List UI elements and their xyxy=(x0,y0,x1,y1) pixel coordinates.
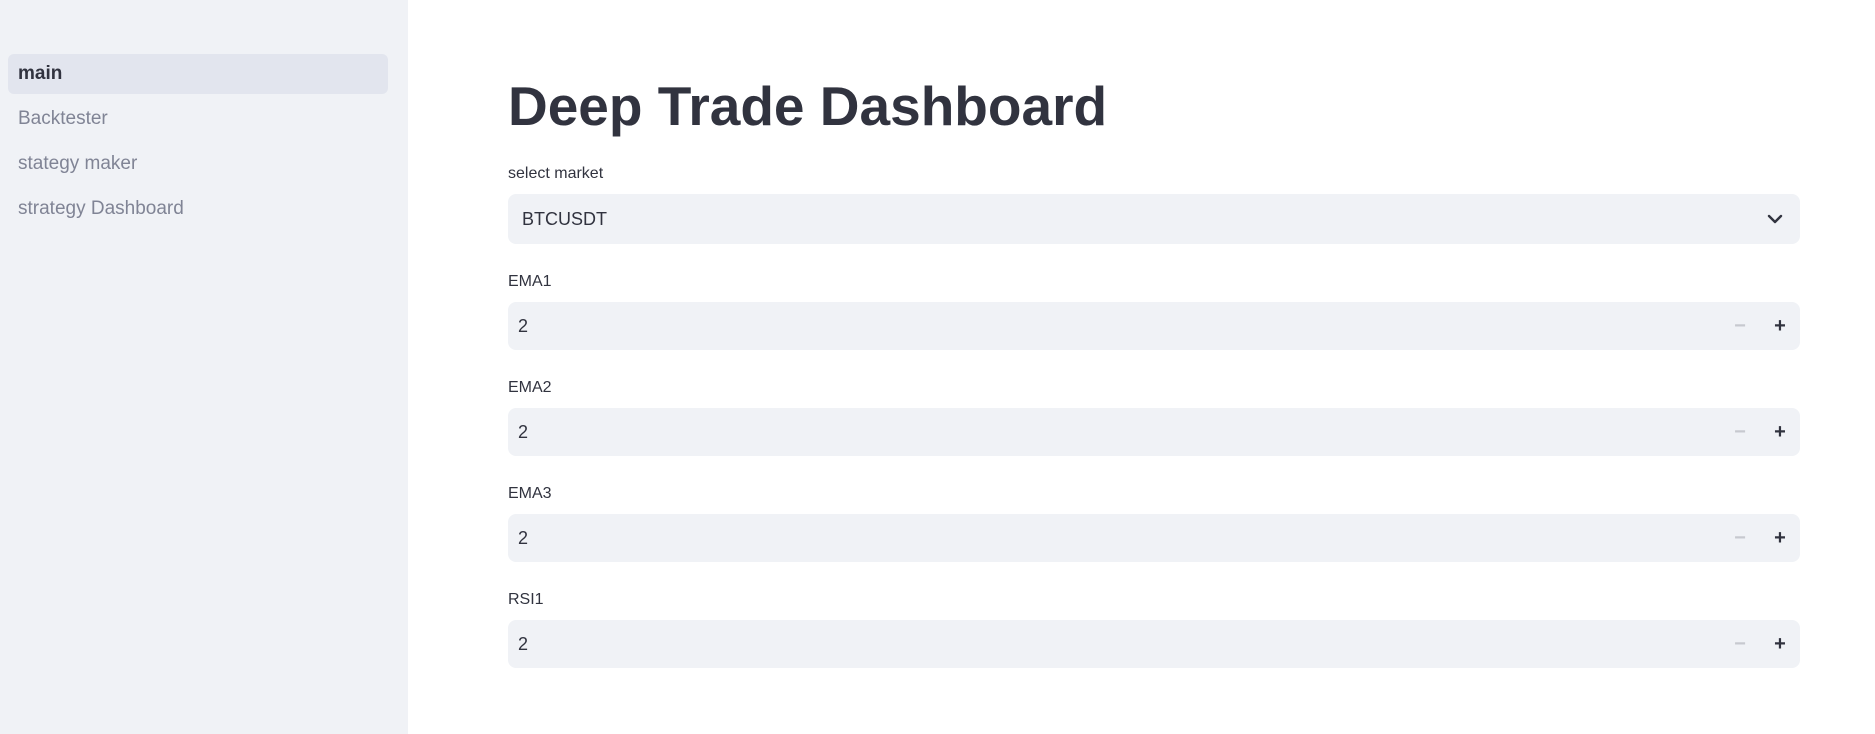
chevron-down-icon xyxy=(1764,208,1786,230)
ema2-stepper: − + xyxy=(508,408,1800,456)
rsi1-label: RSI1 xyxy=(508,591,544,608)
sidebar-item-backtester[interactable]: Backtester xyxy=(8,99,388,139)
market-select-value: BTCUSDT xyxy=(522,208,607,229)
rsi1-decrement-button[interactable]: − xyxy=(1720,620,1760,668)
rsi1-stepper: − + xyxy=(508,620,1800,668)
ema2-group: EMA2 − + xyxy=(508,378,1800,456)
ema3-group: EMA3 − + xyxy=(508,484,1800,562)
ema2-label: EMA2 xyxy=(508,379,552,396)
market-select-group: select market BTCUSDT xyxy=(508,164,1800,244)
ema3-increment-button[interactable]: + xyxy=(1760,514,1800,562)
ema1-label: EMA1 xyxy=(508,273,552,290)
market-select[interactable]: BTCUSDT xyxy=(508,194,1800,244)
main-content: Deep Trade Dashboard select market BTCUS… xyxy=(508,70,1800,696)
ema2-input[interactable] xyxy=(518,421,1720,443)
ema2-increment-button[interactable]: + xyxy=(1760,408,1800,456)
rsi1-group: RSI1 − + xyxy=(508,590,1800,668)
ema1-stepper: − + xyxy=(508,302,1800,350)
main-area: Deep Trade Dashboard select market BTCUS… xyxy=(408,0,1875,734)
ema3-input[interactable] xyxy=(518,527,1720,549)
ema1-group: EMA1 − + xyxy=(508,272,1800,350)
ema3-decrement-button[interactable]: − xyxy=(1720,514,1760,562)
rsi1-increment-button[interactable]: + xyxy=(1760,620,1800,668)
sidebar-item-main[interactable]: main xyxy=(8,54,388,94)
ema1-increment-button[interactable]: + xyxy=(1760,302,1800,350)
ema3-stepper: − + xyxy=(508,514,1800,562)
rsi1-input[interactable] xyxy=(518,633,1720,655)
market-select-label: select market xyxy=(508,165,604,182)
ema1-input[interactable] xyxy=(518,315,1720,337)
app: main Backtester stategy maker strategy D… xyxy=(0,0,1875,734)
ema3-label: EMA3 xyxy=(508,485,552,502)
page-title: Deep Trade Dashboard xyxy=(508,75,1108,137)
sidebar: main Backtester stategy maker strategy D… xyxy=(0,0,408,734)
ema2-decrement-button[interactable]: − xyxy=(1720,408,1760,456)
ema1-decrement-button[interactable]: − xyxy=(1720,302,1760,350)
sidebar-item-strategy-dashboard[interactable]: strategy Dashboard xyxy=(8,189,388,229)
sidebar-item-stategy-maker[interactable]: stategy maker xyxy=(8,144,388,184)
